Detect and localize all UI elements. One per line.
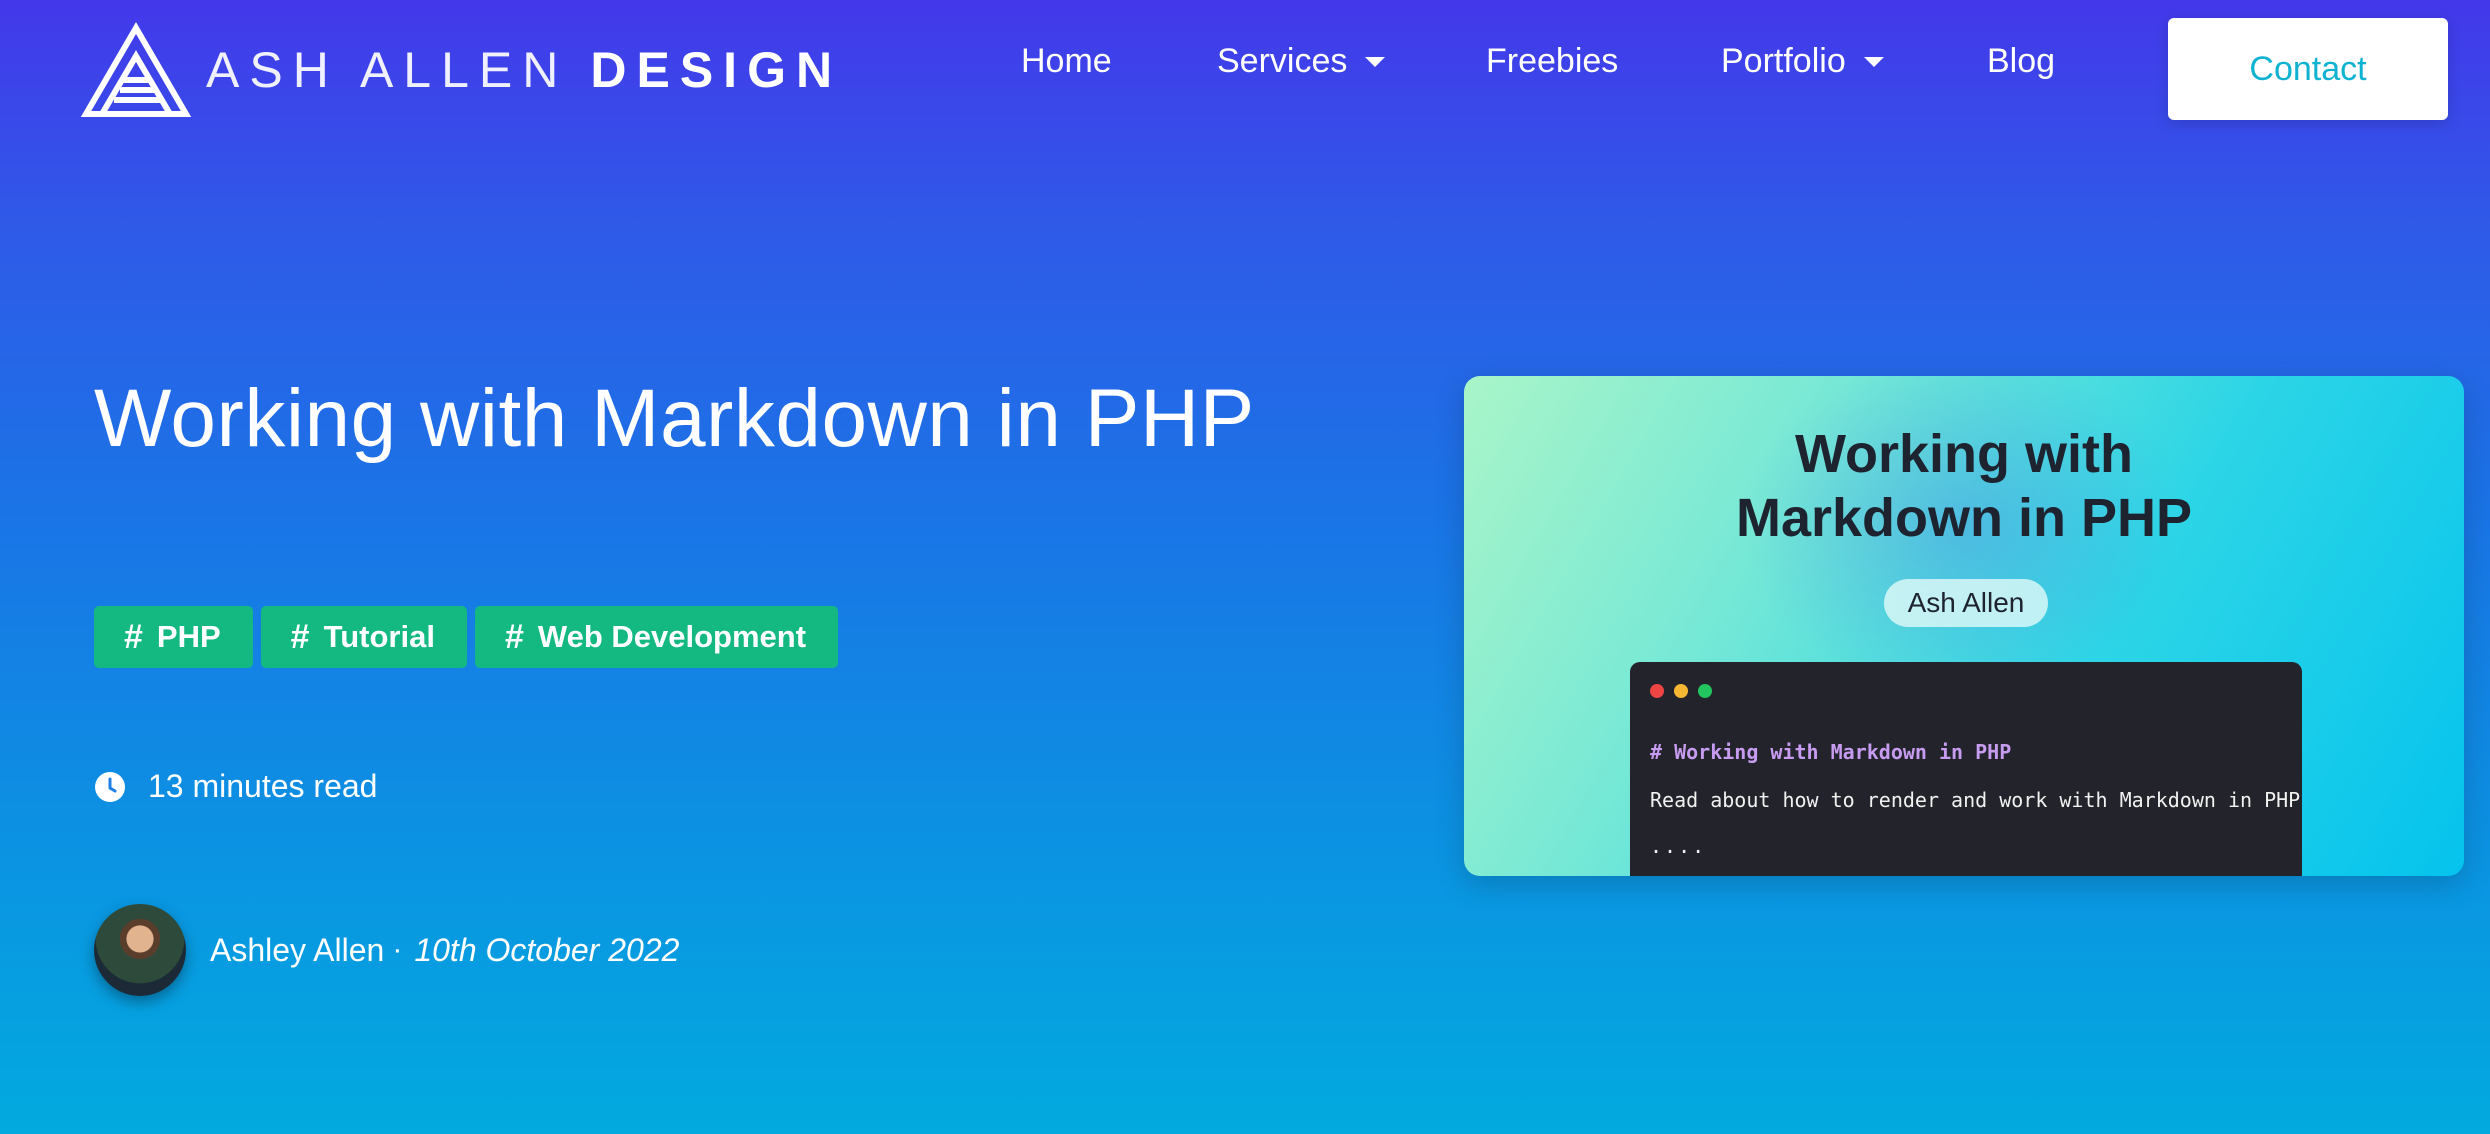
tag-tutorial[interactable]: # Tutorial bbox=[260, 606, 467, 668]
tag-php[interactable]: # PHP bbox=[94, 606, 253, 668]
hash-icon: # bbox=[290, 617, 310, 656]
logo-text: ASH ALLEN DESIGN bbox=[206, 41, 842, 99]
logo-text-bold: DESIGN bbox=[590, 42, 843, 98]
nav-item-home[interactable]: Home bbox=[1021, 42, 1112, 81]
window-controls bbox=[1650, 684, 1712, 698]
publish-date: 10th October 2022 bbox=[414, 931, 680, 968]
featured-image: Working with Markdown in PHP Ash Allen #… bbox=[1464, 376, 2464, 876]
author-badge: Ash Allen bbox=[1884, 579, 2048, 627]
site-logo[interactable]: ASH ALLEN DESIGN bbox=[80, 20, 842, 120]
nav-item-label: Freebies bbox=[1486, 42, 1619, 80]
author-name: Ashley Allen bbox=[210, 931, 385, 968]
logo-text-light: ASH ALLEN bbox=[206, 42, 569, 98]
nav-item-label: Portfolio bbox=[1721, 42, 1846, 80]
caret-down-icon bbox=[1365, 56, 1386, 67]
caret-down-icon bbox=[1863, 56, 1884, 67]
window-minimize-dot bbox=[1674, 684, 1688, 698]
nav-item-blog[interactable]: Blog bbox=[1987, 42, 2055, 81]
tag-web-development[interactable]: # Web Development bbox=[474, 606, 839, 668]
featured-title-line: Markdown in PHP bbox=[1735, 488, 2193, 548]
tag-label: Tutorial bbox=[323, 619, 435, 654]
nav-item-label: Blog bbox=[1987, 42, 2056, 80]
nav-item-label: Home bbox=[1021, 42, 1112, 80]
author-avatar bbox=[94, 904, 186, 996]
code-heading: # Working with Markdown in PHP bbox=[1650, 740, 2012, 764]
hash-icon: # bbox=[504, 617, 524, 656]
nav-item-portfolio[interactable]: Portfolio bbox=[1721, 42, 1884, 81]
read-time: 13 minutes read bbox=[94, 768, 377, 805]
logo-triangle-icon bbox=[80, 22, 192, 117]
nav-item-services[interactable]: Services bbox=[1217, 42, 1386, 81]
window-close-dot bbox=[1650, 684, 1664, 698]
contact-button[interactable]: Contact bbox=[2168, 18, 2448, 120]
window-maximize-dot bbox=[1698, 684, 1712, 698]
featured-title-line: Working with bbox=[1795, 424, 2133, 484]
nav-item-freebies[interactable]: Freebies bbox=[1486, 42, 1618, 81]
hash-icon: # bbox=[124, 617, 143, 656]
clock-icon bbox=[95, 771, 125, 802]
site-header: ASH ALLEN DESIGN Home Services Freebies P… bbox=[0, 0, 2490, 140]
read-time-text: 13 minutes read bbox=[148, 768, 378, 804]
tag-label: Web Development bbox=[537, 619, 807, 654]
tag-list: # PHP # Tutorial # Web Development bbox=[94, 606, 839, 668]
featured-image-title: Working with Markdown in PHP bbox=[1464, 422, 2464, 550]
code-window: # Working with Markdown in PHP Read abou… bbox=[1630, 662, 2302, 876]
tag-label: PHP bbox=[156, 619, 221, 654]
separator: · bbox=[392, 933, 403, 966]
nav-item-label: Services bbox=[1217, 42, 1348, 80]
article-title: Working with Markdown in PHP bbox=[94, 373, 1255, 464]
author-info: Ashley Allen · 10th October 2022 bbox=[94, 904, 679, 996]
code-paragraph: Read about how to render and work with M… bbox=[1650, 788, 2301, 812]
code-ellipsis: .... bbox=[1650, 834, 1707, 858]
